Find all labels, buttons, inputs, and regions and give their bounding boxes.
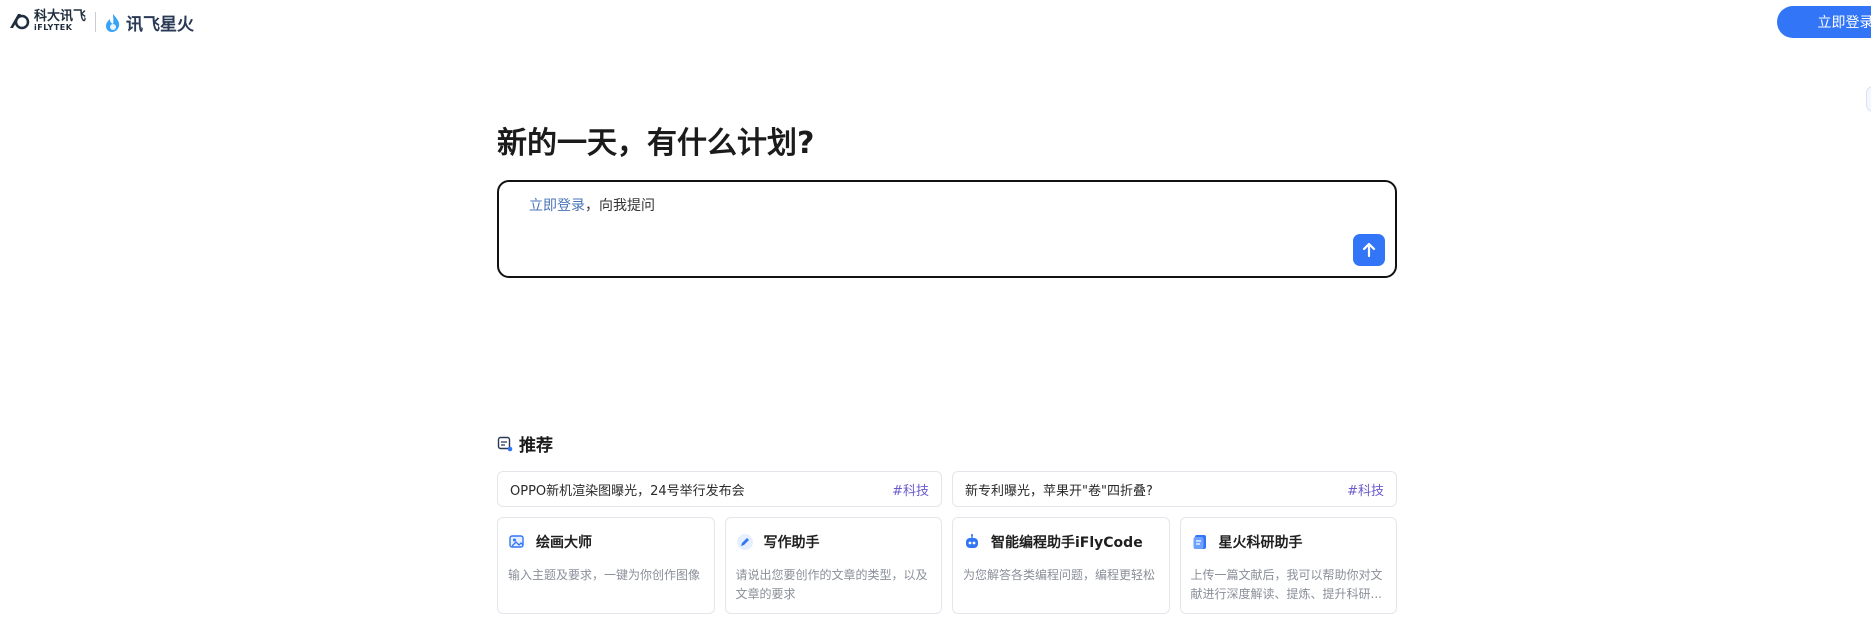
login-button[interactable]: 立即登录 xyxy=(1777,6,1871,38)
product-name: 讯飞星火 xyxy=(126,15,194,35)
spark-logo[interactable]: 讯飞星火 xyxy=(104,10,194,35)
tool-desc: 输入主题及要求，一键为你创作图像 xyxy=(508,568,701,582)
tool-card-coding[interactable]: 智能编程助手iFlyCode 为您解答各类编程问题，编程更轻松 xyxy=(952,517,1170,614)
page-title: 新的一天，有什么计划? xyxy=(497,126,815,161)
painting-icon xyxy=(508,533,526,551)
tool-card-painting[interactable]: 绘画大师 输入主题及要求，一键为你创作图像 xyxy=(497,517,715,614)
iflytek-logo[interactable]: 科大讯飞 iFLYTEK xyxy=(8,10,86,32)
login-link[interactable]: 立即登录 xyxy=(529,198,585,214)
spark-flame-icon xyxy=(106,13,120,32)
pen-icon xyxy=(736,533,754,551)
tool-desc: 为您解答各类编程问题，编程更轻松 xyxy=(963,568,1156,582)
logo-divider xyxy=(95,12,96,32)
side-handle[interactable] xyxy=(1866,86,1871,112)
tool-name: 星火科研助手 xyxy=(1218,535,1303,551)
news-tag: #科技 xyxy=(892,483,929,499)
tool-card-writing[interactable]: 写作助手 请说出您要创作的文章的类型，以及文章的要求 xyxy=(724,517,942,614)
news-card[interactable]: 新专利曝光，苹果开"卷"四折叠? #科技 xyxy=(952,471,1397,507)
recommend-title: 推荐 xyxy=(519,436,553,456)
ask-placeholder: 立即登录，向我提问 xyxy=(529,195,655,215)
news-text: 新专利曝光，苹果开"卷"四折叠? xyxy=(965,483,1153,499)
brand-en: iFLYTEK xyxy=(34,23,73,32)
iflytek-mark-icon xyxy=(10,14,30,30)
ask-prompt-suffix: ，向我提问 xyxy=(585,198,655,214)
tool-name: 绘画大师 xyxy=(536,535,592,551)
tool-name: 写作助手 xyxy=(763,535,820,551)
news-tag: #科技 xyxy=(1347,483,1384,499)
brand-cn: 科大讯飞 xyxy=(34,9,87,24)
news-list: OPPO新机渲染图曝光，24号举行发布会 #科技 新专利曝光，苹果开"卷"四折叠… xyxy=(497,471,1397,507)
tool-name: 智能编程助手iFlyCode xyxy=(991,535,1143,551)
send-button[interactable] xyxy=(1353,234,1385,266)
ask-input-box[interactable]: 立即登录，向我提问 xyxy=(497,180,1397,278)
robot-icon xyxy=(963,533,981,551)
recommend-header: 推荐 xyxy=(497,431,553,456)
top-bar: 科大讯飞 iFLYTEK 讯飞星火 立即登录 xyxy=(0,0,1871,44)
arrow-up-icon xyxy=(1362,242,1376,258)
news-text: OPPO新机渲染图曝光，24号举行发布会 xyxy=(510,483,745,499)
tool-desc: 请说出您要创作的文章的类型，以及文章的要求 xyxy=(735,568,928,601)
recommend-icon xyxy=(497,436,513,451)
news-card[interactable]: OPPO新机渲染图曝光，24号举行发布会 #科技 xyxy=(497,471,942,507)
tool-list: 绘画大师 输入主题及要求，一键为你创作图像 写作助手 请说出您要创作的文章的类型… xyxy=(497,517,1397,614)
tool-desc: 上传一篇文献后，我可以帮助你对文献进行深度解读、提炼、提升科研... xyxy=(1190,568,1383,601)
document-icon xyxy=(1191,533,1209,551)
tool-card-research[interactable]: 星火科研助手 上传一篇文献后，我可以帮助你对文献进行深度解读、提炼、提升科研..… xyxy=(1179,517,1397,614)
